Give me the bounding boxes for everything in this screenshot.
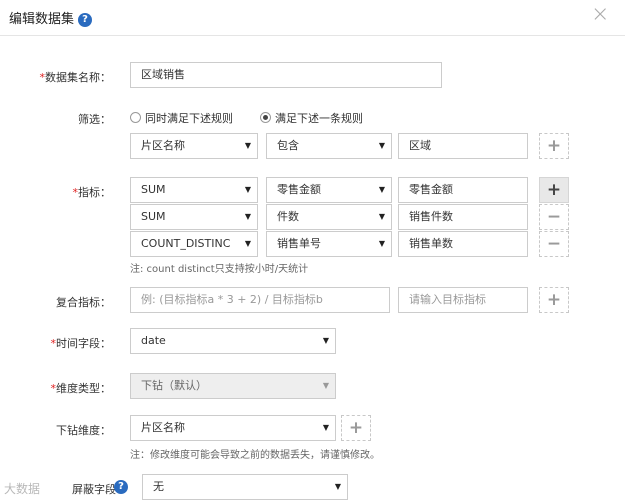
chevron-down-icon: ▼ (244, 185, 251, 194)
dimension-type-select[interactable]: 下钻（默认） ▼ (130, 373, 336, 399)
filter-field-select[interactable]: 片区名称 ▼ (130, 133, 258, 159)
metric-aggregation-select[interactable]: SUM ▼ (130, 177, 258, 203)
shield-field-select[interactable]: 无 ▼ (142, 474, 348, 500)
dimension-type-label: *维度类型： (50, 382, 112, 395)
filter-label: 筛选： (78, 113, 111, 126)
metric-field-select[interactable]: 零售金额 ▼ (266, 177, 392, 203)
add-composite-button[interactable]: + (539, 287, 569, 313)
composite-target-input[interactable]: 请输入目标指标 (398, 287, 528, 313)
filter-radio-all[interactable]: 同时满足下述规则 (130, 110, 233, 126)
add-metric-button[interactable]: + (539, 177, 569, 203)
filter-value-input[interactable]: 区域 (398, 133, 528, 159)
time-field-label: *时间字段： (50, 337, 112, 350)
chevron-down-icon: ▼ (378, 212, 385, 221)
chevron-down-icon: ▼ (378, 141, 385, 150)
dialog-title: 编辑数据集 (9, 12, 75, 27)
chevron-down-icon: ▼ (322, 381, 329, 390)
chevron-down-icon: ▼ (244, 141, 251, 150)
composite-label: 复合指标： (56, 296, 111, 309)
watermark: 大数据 (4, 482, 41, 496)
plus-icon: + (348, 418, 364, 438)
chevron-down-icon: ▼ (322, 336, 329, 345)
chevron-down-icon: ▼ (244, 212, 251, 221)
metrics-label: *指标： (72, 186, 112, 199)
chevron-down-icon: ▼ (322, 423, 329, 432)
metric-aggregation-select[interactable]: SUM ▼ (130, 204, 258, 230)
dialog-header: 编辑数据集? × (0, 0, 625, 36)
composite-target-placeholder: 请输入目标指标 (409, 293, 486, 306)
metric-field-select[interactable]: 销售单号 ▼ (266, 231, 392, 257)
plus-icon: + (546, 136, 562, 156)
name-label: *数据集名称： (39, 71, 112, 84)
help-icon[interactable]: ? (78, 13, 93, 27)
metric-alias-input[interactable]: 销售单数 (398, 231, 528, 257)
help-icon[interactable]: ? (114, 480, 128, 494)
composite-formula-placeholder: 例: (目标指标a * 3 + 2) / 目标指标b (141, 293, 323, 306)
composite-formula-input[interactable]: 例: (目标指标a * 3 + 2) / 目标指标b (130, 287, 390, 313)
add-filter-button[interactable]: + (539, 133, 569, 159)
drill-dimension-label: 下钻维度： (56, 424, 111, 437)
filter-operator-select[interactable]: 包含 ▼ (266, 133, 392, 159)
minus-icon: − (546, 207, 562, 227)
plus-icon: + (546, 290, 562, 310)
time-field-select[interactable]: date ▼ (130, 328, 336, 354)
remove-metric-button[interactable]: − (539, 231, 569, 257)
plus-icon: + (546, 180, 562, 200)
chevron-down-icon: ▼ (334, 482, 341, 491)
filter-radio-any[interactable]: 满足下述一条规则 (260, 110, 363, 126)
chevron-down-icon: ▼ (378, 239, 385, 248)
remove-metric-button[interactable]: − (539, 204, 569, 230)
radio-checked-icon (260, 112, 271, 123)
metrics-note: 注: count distinct只支持按小时/天统计 (130, 264, 309, 275)
metric-aggregation-select[interactable]: COUNT_DISTINC ▼ (130, 231, 258, 257)
drill-dimension-note: 注：修改维度可能会导致之前的数据丢失，请谨慎修改。 (130, 450, 380, 461)
metric-field-select[interactable]: 件数 ▼ (266, 204, 392, 230)
dataset-name-input[interactable]: 区域销售 (130, 62, 442, 88)
add-drill-dimension-button[interactable]: + (341, 415, 371, 441)
dialog-title-wrap: 编辑数据集? (9, 8, 93, 27)
chevron-down-icon: ▼ (378, 185, 385, 194)
radio-circle-icon (130, 112, 141, 123)
minus-icon: − (546, 234, 562, 254)
chevron-down-icon: ▼ (244, 239, 251, 248)
metric-alias-input[interactable]: 零售金额 (398, 177, 528, 203)
close-icon[interactable]: × (591, 4, 609, 26)
drill-dimension-select[interactable]: 片区名称 ▼ (130, 415, 336, 441)
metric-alias-input[interactable]: 销售件数 (398, 204, 528, 230)
